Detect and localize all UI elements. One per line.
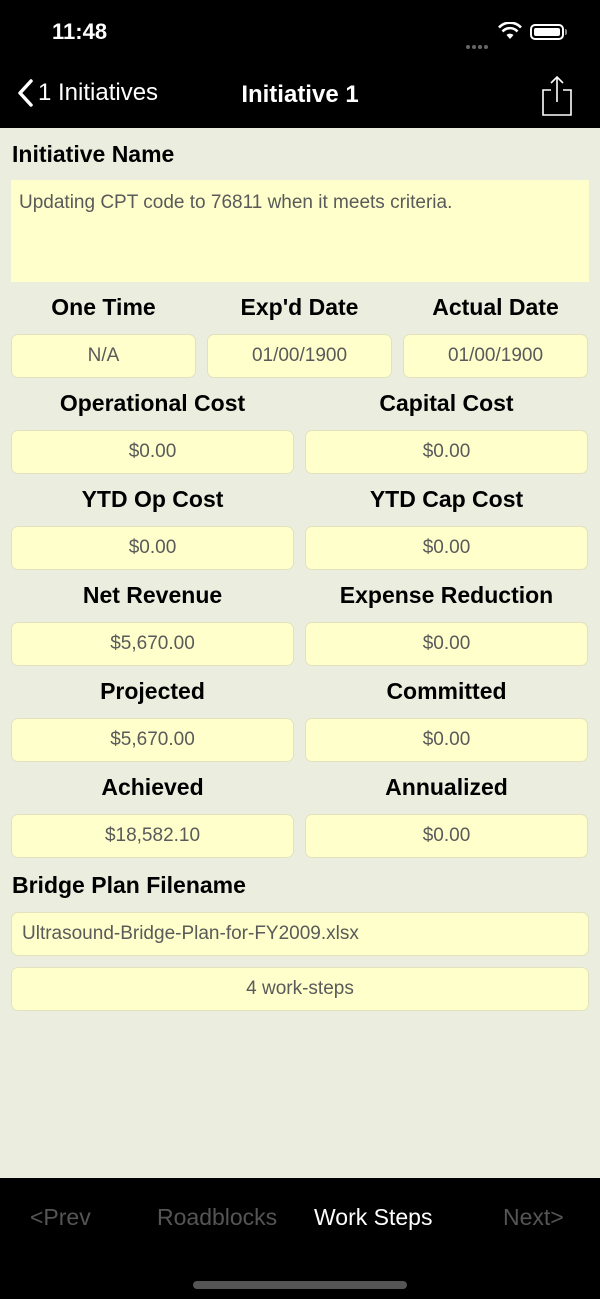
expense-reduction-label: Expense Reduction bbox=[339, 582, 554, 608]
achieved-label: Achieved bbox=[101, 774, 204, 800]
initiative-name-label: Initiative Name bbox=[12, 141, 175, 167]
back-button[interactable]: 1 Initiatives bbox=[16, 78, 158, 108]
chevron-left-icon bbox=[18, 79, 33, 107]
work-steps-tab[interactable]: Work Steps bbox=[314, 1204, 432, 1231]
status-time: 11:48 bbox=[52, 19, 108, 44]
annualized-field[interactable]: $0.00 bbox=[305, 814, 588, 858]
actual-date-field[interactable]: 01/00/1900 bbox=[403, 334, 588, 378]
next-button[interactable]: Next> bbox=[503, 1204, 564, 1231]
ytd-op-cost-field[interactable]: $0.00 bbox=[11, 526, 294, 570]
net-revenue-label: Net Revenue bbox=[82, 582, 223, 608]
expd-date-label: Exp'd Date bbox=[240, 294, 359, 320]
signal-icon bbox=[466, 36, 490, 49]
wifi-icon bbox=[498, 22, 522, 39]
expense-reduction-field[interactable]: $0.00 bbox=[305, 622, 588, 666]
share-icon[interactable] bbox=[540, 74, 574, 118]
capital-cost-label: Capital Cost bbox=[379, 390, 514, 416]
actual-date-label: Actual Date bbox=[432, 294, 559, 320]
battery-icon bbox=[530, 24, 564, 40]
one-time-label: One Time bbox=[51, 294, 156, 320]
ytd-cap-cost-field[interactable]: $0.00 bbox=[305, 526, 588, 570]
ytd-cap-cost-label: YTD Cap Cost bbox=[369, 486, 524, 512]
capital-cost-field[interactable]: $0.00 bbox=[305, 430, 588, 474]
projected-label: Projected bbox=[100, 678, 205, 704]
prev-button[interactable]: <Prev bbox=[30, 1204, 91, 1231]
committed-field[interactable]: $0.00 bbox=[305, 718, 588, 762]
one-time-field[interactable]: N/A bbox=[11, 334, 196, 378]
initiative-name-field[interactable]: Updating CPT code to 76811 when it meets… bbox=[11, 180, 589, 282]
status-bar: 11:48 bbox=[0, 0, 600, 64]
home-indicator[interactable] bbox=[193, 1281, 407, 1289]
back-label: 1 Initiatives bbox=[38, 79, 159, 106]
bridge-plan-label: Bridge Plan Filename bbox=[12, 872, 246, 898]
annualized-label: Annualized bbox=[385, 774, 508, 800]
battery-tip bbox=[565, 29, 567, 35]
operational-cost-field[interactable]: $0.00 bbox=[11, 430, 294, 474]
projected-field[interactable]: $5,670.00 bbox=[11, 718, 294, 762]
bridge-plan-filename-field[interactable]: Ultrasound-Bridge-Plan-for-FY2009.xlsx bbox=[11, 912, 589, 956]
committed-label: Committed bbox=[386, 678, 507, 704]
operational-cost-label: Operational Cost bbox=[59, 390, 246, 416]
achieved-field[interactable]: $18,582.10 bbox=[11, 814, 294, 858]
ytd-op-cost-label: YTD Op Cost bbox=[81, 486, 224, 512]
initiative-form: Initiative Name Updating CPT code to 768… bbox=[0, 128, 600, 1178]
expd-date-field[interactable]: 01/00/1900 bbox=[207, 334, 392, 378]
work-steps-button[interactable]: 4 work-steps bbox=[11, 967, 589, 1011]
roadblocks-button[interactable]: Roadblocks bbox=[157, 1204, 277, 1231]
net-revenue-field[interactable]: $5,670.00 bbox=[11, 622, 294, 666]
navigation-bar: 1 Initiatives Initiative 1 bbox=[0, 64, 600, 128]
